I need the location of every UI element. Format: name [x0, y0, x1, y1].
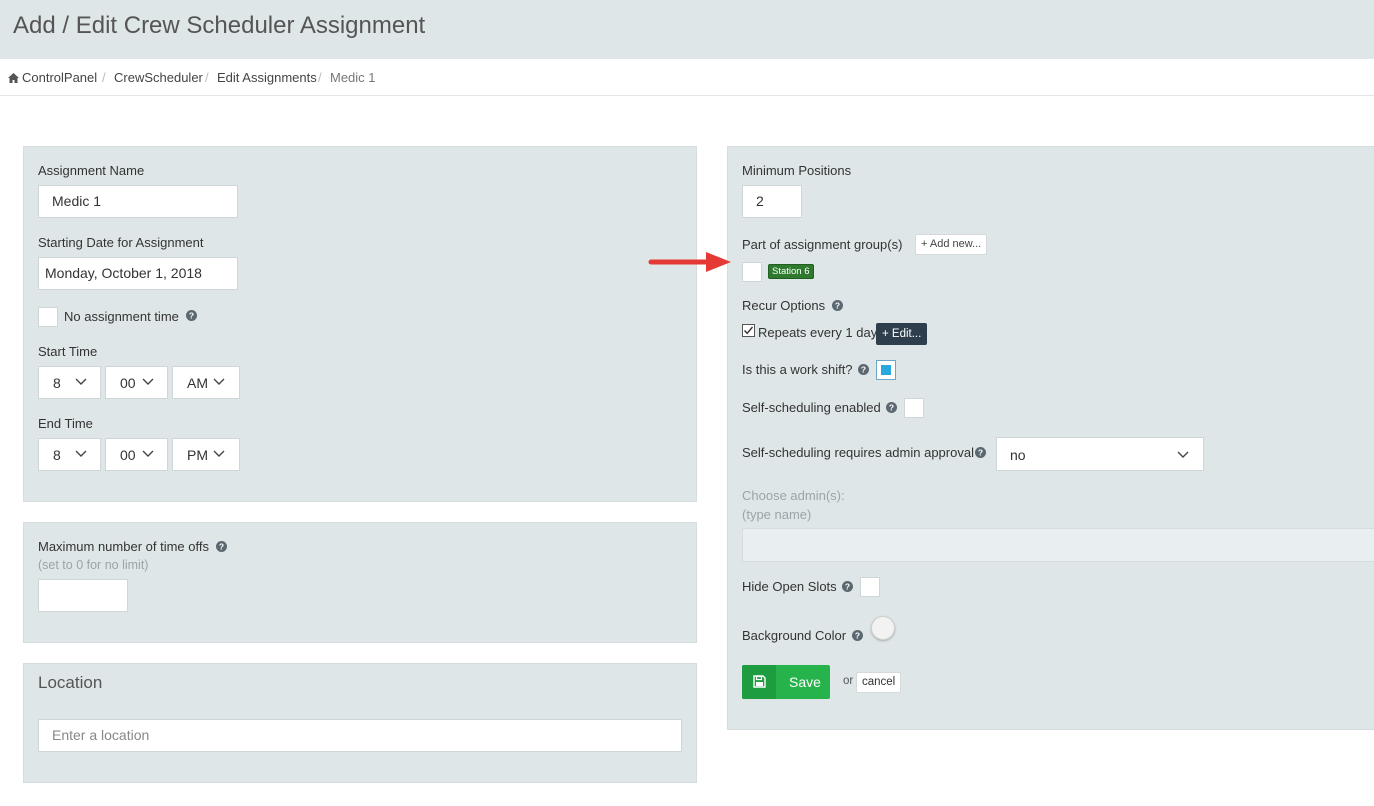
min-positions-label: Minimum Positions [742, 163, 852, 178]
max-time-offs-hint: (set to 0 for no limit) [38, 558, 149, 572]
assignment-name-label: Assignment Name [38, 163, 145, 178]
start-minute-value: 00 [120, 375, 136, 391]
or-text: or [843, 675, 854, 687]
hide-open-slots-label: Hide Open Slots [742, 579, 837, 594]
floppy-disk-icon [753, 675, 766, 688]
admin-approval-value: no [1010, 447, 1026, 463]
assignment-group-label: Part of assignment group(s) [742, 237, 903, 252]
svg-text:?: ? [219, 542, 224, 552]
breadcrumb-controlpanel[interactable]: ControlPanel [8, 70, 97, 85]
background-color-label: Background Color [742, 628, 847, 643]
recur-text: Repeats every 1 days [758, 325, 884, 340]
save-button-label: Save [789, 674, 821, 690]
work-shift-checked-mark [881, 365, 891, 375]
admin-approval-select[interactable]: no [996, 437, 1204, 471]
chevron-down-icon [142, 378, 154, 385]
cancel-button[interactable]: cancel [856, 672, 902, 693]
svg-text:?: ? [855, 631, 860, 641]
svg-text:?: ? [978, 448, 983, 458]
save-icon-box [742, 665, 776, 699]
breadcrumb-current: Medic 1 [330, 70, 376, 85]
help-icon[interactable]: ? [886, 402, 897, 413]
chevron-down-icon [75, 378, 87, 385]
start-ampm-value: AM [187, 375, 208, 391]
help-icon[interactable]: ? [975, 447, 986, 458]
group-badge: Station 6 [768, 264, 814, 279]
end-hour-select[interactable]: 8 [38, 438, 101, 471]
page-header: Add / Edit Crew Scheduler Assignment [0, 0, 1374, 59]
help-icon[interactable]: ? [186, 310, 197, 321]
work-shift-checkbox[interactable] [876, 360, 896, 380]
background-color-picker[interactable] [871, 616, 895, 640]
svg-text:?: ? [889, 403, 894, 413]
start-ampm-select[interactable]: AM [172, 366, 240, 399]
chevron-down-icon [1177, 451, 1189, 458]
end-ampm-select[interactable]: PM [172, 438, 240, 471]
location-input[interactable]: Enter a location [38, 719, 682, 752]
add-new-group-button[interactable]: + Add new... [915, 234, 988, 255]
svg-text:?: ? [861, 365, 866, 375]
start-date-input[interactable]: Monday, October 1, 2018 [38, 257, 238, 290]
chevron-down-icon [142, 450, 154, 457]
page-title: Add / Edit Crew Scheduler Assignment [13, 12, 426, 39]
svg-text:?: ? [835, 301, 840, 311]
help-icon[interactable]: ? [842, 581, 853, 592]
help-icon[interactable]: ? [852, 630, 863, 641]
recur-options-label: Recur Options [742, 298, 826, 313]
location-title: Location [38, 673, 103, 692]
arrow-annotation-icon [648, 252, 731, 272]
end-minute-select[interactable]: 00 [105, 438, 168, 471]
end-ampm-value: PM [187, 447, 208, 463]
breadcrumb-separator: / [102, 70, 106, 85]
help-icon[interactable]: ? [858, 364, 869, 375]
breadcrumb-crewscheduler[interactable]: CrewScheduler [114, 70, 203, 85]
self-scheduling-label: Self-scheduling enabled [742, 400, 881, 415]
work-shift-label: Is this a work shift? [742, 362, 853, 377]
end-time-label: End Time [38, 416, 93, 431]
help-icon[interactable]: ? [216, 541, 227, 552]
svg-text:?: ? [189, 311, 194, 321]
svg-text:?: ? [845, 582, 850, 592]
start-date-label: Starting Date for Assignment [38, 235, 204, 250]
recur-checkbox[interactable] [742, 324, 755, 337]
start-minute-select[interactable]: 00 [105, 366, 168, 399]
start-hour-value: 8 [53, 375, 61, 391]
breadcrumb: ControlPanel / CrewScheduler / Edit Assi… [0, 60, 1374, 96]
max-time-offs-label: Maximum number of time offs [38, 539, 209, 554]
self-scheduling-checkbox[interactable] [904, 398, 924, 418]
max-time-offs-input[interactable] [38, 579, 128, 612]
admin-approval-label: Self-scheduling requires admin approval [742, 445, 974, 460]
start-hour-select[interactable]: 8 [38, 366, 101, 399]
hide-open-slots-checkbox[interactable] [860, 577, 880, 597]
home-icon [8, 73, 19, 83]
end-minute-value: 00 [120, 447, 136, 463]
chevron-down-icon [213, 450, 225, 457]
help-icon[interactable]: ? [832, 300, 843, 311]
choose-admin-hint: (type name) [742, 507, 812, 522]
recur-edit-button[interactable]: + Edit... [876, 323, 928, 345]
choose-admin-input [742, 528, 1374, 562]
breadcrumb-separator: / [318, 70, 322, 85]
min-positions-input[interactable]: 2 [742, 185, 802, 218]
chevron-down-icon [75, 450, 87, 457]
save-button[interactable]: Save [742, 665, 830, 699]
assignment-name-input[interactable]: Medic 1 [38, 185, 238, 218]
no-assignment-time-checkbox[interactable] [38, 307, 58, 327]
breadcrumb-edit-assignments[interactable]: Edit Assignments [217, 70, 317, 85]
breadcrumb-separator: / [205, 70, 209, 85]
no-assignment-time-label: No assignment time [64, 309, 179, 324]
breadcrumb-controlpanel-label: ControlPanel [22, 70, 98, 85]
assignment-group-checkbox[interactable] [742, 262, 762, 282]
start-time-label: Start Time [38, 344, 98, 359]
end-hour-value: 8 [53, 447, 61, 463]
choose-admin-label: Choose admin(s): [742, 488, 845, 503]
chevron-down-icon [213, 378, 225, 385]
